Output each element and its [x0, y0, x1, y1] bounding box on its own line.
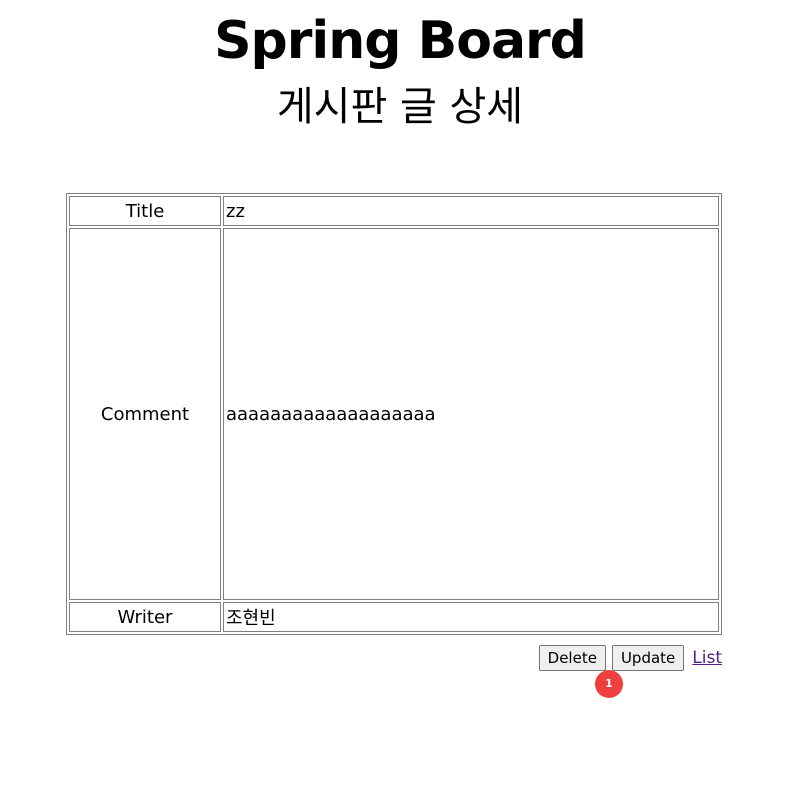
writer-value: 조현빈 — [223, 602, 719, 632]
title-value: zz — [223, 196, 719, 226]
click-marker-badge: 1 — [595, 670, 623, 698]
title-label: Title — [69, 196, 221, 226]
list-link[interactable]: List — [692, 648, 722, 668]
action-bar: Delete Update List — [538, 645, 722, 671]
table-row-comment: Comment aaaaaaaaaaaaaaaaaaa — [69, 228, 719, 600]
page-heading: 게시판 글 상세 — [276, 84, 524, 130]
table-row-title: Title zz — [69, 196, 719, 226]
delete-button[interactable]: Delete — [538, 645, 606, 671]
comment-label: Comment — [69, 228, 221, 600]
post-detail-table: Title zz Comment aaaaaaaaaaaaaaaaaaa Wri… — [66, 193, 722, 635]
writer-label: Writer — [69, 602, 221, 632]
board-detail-page: Spring Board 게시판 글 상세 Title zz Comment a… — [0, 0, 800, 800]
update-button[interactable]: Update — [611, 645, 685, 671]
comment-value: aaaaaaaaaaaaaaaaaaa — [223, 228, 719, 600]
brand-title: Spring Board — [214, 11, 587, 71]
table-row-writer: Writer 조현빈 — [69, 602, 719, 632]
